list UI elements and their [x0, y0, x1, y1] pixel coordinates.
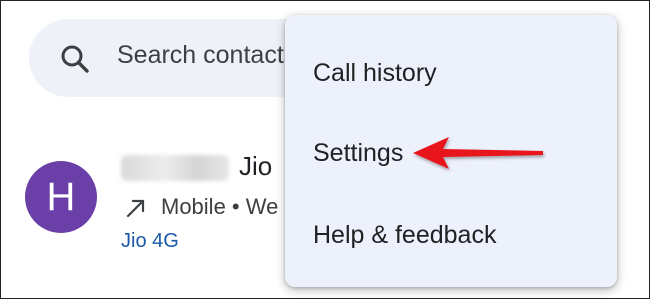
menu-item-label: Call history [313, 59, 437, 87]
menu-item-label: Settings [313, 139, 404, 167]
menu-item-call-history[interactable]: Call history [285, 33, 617, 113]
contact-name-redacted [121, 155, 229, 181]
menu-item-label: Help & feedback [313, 221, 497, 249]
red-arrow-icon [413, 137, 543, 169]
call-made-icon [126, 199, 145, 218]
contact-detail: Mobile • We [161, 194, 279, 219]
screenshot-frame: Search contacts H Jio Mobile • We Jio 4G… [0, 0, 650, 299]
search-icon [61, 45, 89, 73]
contact-network-label: Jio 4G [121, 230, 179, 252]
contact-carrier: Jio [239, 151, 273, 181]
search-input[interactable]: Search contacts [117, 41, 296, 70]
menu-item-help-feedback[interactable]: Help & feedback [285, 195, 617, 275]
avatar: H [25, 161, 97, 233]
